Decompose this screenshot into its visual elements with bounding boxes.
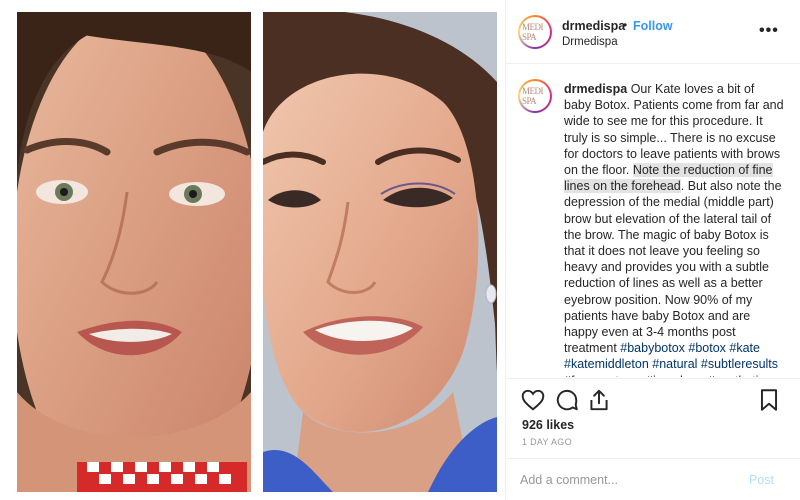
post-timestamp[interactable]: 1 DAY AGO bbox=[522, 437, 572, 447]
caption-avatar-logo: MEDI SPA bbox=[522, 86, 544, 106]
share-icon[interactable] bbox=[586, 387, 612, 413]
dot-separator: • bbox=[623, 18, 628, 32]
avatar-inner: MEDI SPA bbox=[520, 17, 550, 47]
caption-avatar[interactable]: MEDI SPA bbox=[518, 79, 552, 113]
caption-text: drmedispa Our Kate loves a bit of baby B… bbox=[564, 81, 784, 377]
caption-username[interactable]: drmedispa bbox=[564, 82, 627, 96]
heart-icon[interactable] bbox=[520, 387, 546, 413]
post-panel: MEDI SPA drmedispa • Follow Drmedispa ••… bbox=[505, 0, 800, 500]
follow-button[interactable]: Follow bbox=[633, 19, 673, 33]
post-comment-button[interactable]: Post bbox=[749, 473, 774, 487]
username-link[interactable]: drmedispa bbox=[562, 19, 625, 33]
avatar[interactable]: MEDI SPA bbox=[518, 15, 552, 49]
comment-icon[interactable] bbox=[554, 387, 580, 413]
caption-part2: . But also note the depression of the me… bbox=[564, 179, 782, 356]
caption-area[interactable]: MEDI SPA drmedispa Our Kate loves a bit … bbox=[506, 65, 800, 377]
post-media[interactable] bbox=[0, 0, 505, 500]
action-bar bbox=[506, 378, 800, 423]
before-photo-image bbox=[17, 12, 251, 492]
comment-bar: Post bbox=[506, 458, 800, 500]
bookmark-icon[interactable] bbox=[756, 387, 782, 413]
caption-avatar-inner: MEDI SPA bbox=[520, 81, 550, 111]
before-photo bbox=[17, 12, 251, 492]
after-photo-image bbox=[263, 12, 497, 492]
after-photo bbox=[263, 12, 497, 492]
likes-count[interactable]: 926 likes bbox=[522, 418, 574, 432]
comment-input[interactable] bbox=[520, 471, 740, 489]
avatar-logo: MEDI SPA bbox=[522, 22, 544, 42]
location-subtitle[interactable]: Drmedispa bbox=[562, 36, 618, 48]
more-options-icon[interactable]: ••• bbox=[759, 22, 779, 40]
post-header: MEDI SPA drmedispa • Follow Drmedispa ••… bbox=[506, 0, 800, 64]
